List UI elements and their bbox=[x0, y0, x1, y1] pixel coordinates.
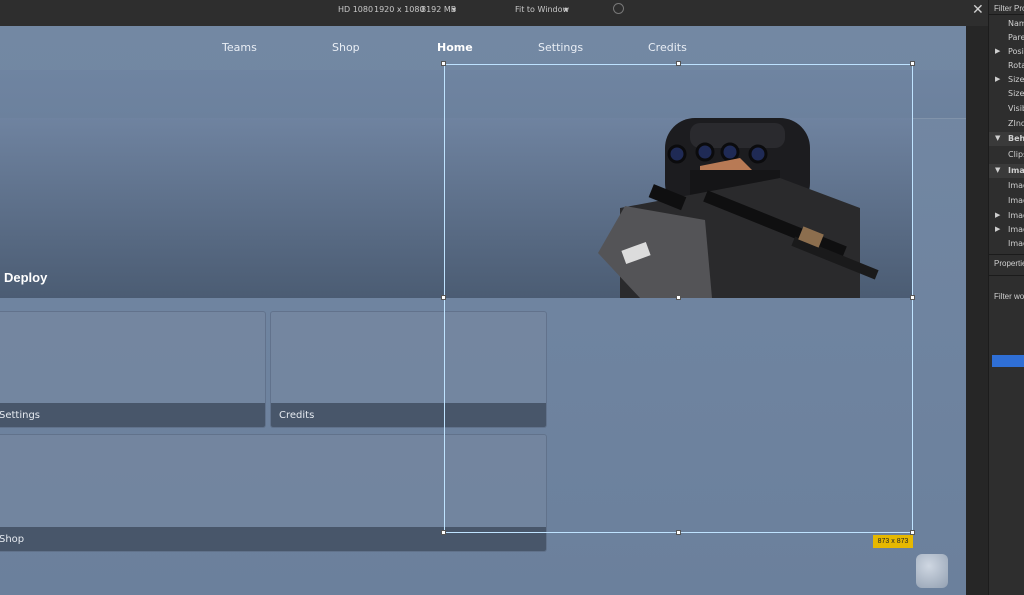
chevron-down-icon[interactable]: ▾ bbox=[452, 5, 456, 14]
selected-workspace-row[interactable] bbox=[992, 355, 1024, 367]
properties-tab[interactable]: Properties bbox=[994, 259, 1024, 268]
property-label: Positi bbox=[1008, 47, 1024, 56]
property-row[interactable]: ▶ Imag bbox=[989, 209, 1024, 223]
view-cube-icon[interactable] bbox=[916, 554, 948, 588]
device-label[interactable]: HD 1080 bbox=[338, 5, 373, 14]
property-row[interactable]: ▼ Beha bbox=[989, 132, 1024, 146]
settings-card-label: Settings bbox=[0, 410, 41, 421]
property-label: Parer bbox=[1008, 33, 1024, 42]
resolution-label: 1920 x 1080 bbox=[374, 5, 425, 14]
property-label: Rotat bbox=[1008, 61, 1024, 70]
chevron-down-icon[interactable]: ▼ bbox=[995, 166, 1000, 174]
viewport-toolbar: HD 1080 1920 x 1080 8192 MB ▾ Fit to Win… bbox=[0, 0, 988, 26]
credits-card-label: Credits bbox=[279, 410, 315, 421]
property-row[interactable]: SizeC bbox=[989, 87, 1024, 101]
property-row[interactable]: Nam bbox=[989, 17, 1024, 31]
property-row[interactable]: Rotat bbox=[989, 59, 1024, 73]
property-label: Visib bbox=[1008, 104, 1024, 113]
filter-properties-input[interactable]: Filter Pro bbox=[994, 4, 1024, 13]
property-label: SizeC bbox=[1008, 89, 1024, 98]
deploy-label: Deploy bbox=[4, 270, 48, 285]
resize-handle[interactable] bbox=[676, 530, 681, 535]
loading-spinner-icon bbox=[613, 3, 624, 14]
property-label: ZInd bbox=[1008, 119, 1024, 128]
property-label: Imag bbox=[1008, 239, 1024, 248]
game-viewport: Teams Shop Home Settings Credits Deploy bbox=[0, 26, 966, 595]
resize-handle[interactable] bbox=[441, 61, 446, 66]
nav-shop[interactable]: Shop bbox=[332, 41, 360, 54]
filter-workspace-input[interactable]: Filter wo bbox=[994, 292, 1024, 301]
nav-settings[interactable]: Settings bbox=[538, 41, 583, 54]
property-label: Imag bbox=[1008, 225, 1024, 234]
property-label: Imag bbox=[1008, 166, 1024, 175]
divider bbox=[989, 254, 1024, 255]
property-label: Imag bbox=[1008, 211, 1024, 220]
property-row[interactable]: Imag bbox=[989, 194, 1024, 208]
divider bbox=[989, 275, 1024, 276]
divider bbox=[989, 14, 1024, 15]
property-label: Imag bbox=[1008, 181, 1024, 190]
size-badge: 873 x 873 bbox=[873, 535, 913, 548]
viewport-scroll-gutter bbox=[966, 26, 988, 595]
property-row[interactable]: ▶ Positi bbox=[989, 45, 1024, 59]
property-label: Size bbox=[1008, 75, 1024, 84]
resize-handle[interactable] bbox=[676, 295, 681, 300]
property-label: Beha bbox=[1008, 134, 1024, 143]
close-icon[interactable]: ✕ bbox=[972, 1, 984, 18]
resize-handle[interactable] bbox=[910, 61, 915, 66]
chevron-down-icon[interactable]: ▾ bbox=[564, 5, 568, 14]
property-row[interactable]: Parer bbox=[989, 31, 1024, 45]
property-row[interactable]: Clips bbox=[989, 148, 1024, 162]
property-row[interactable]: Imag bbox=[989, 237, 1024, 251]
property-row[interactable]: ▶ Imag bbox=[989, 223, 1024, 237]
settings-card[interactable]: Settings bbox=[0, 311, 266, 428]
nav-home[interactable]: Home bbox=[437, 41, 473, 54]
memory-dropdown[interactable]: 8192 MB bbox=[421, 5, 456, 14]
chevron-down-icon[interactable]: ▼ bbox=[995, 134, 1000, 142]
chevron-right-icon[interactable]: ▶ bbox=[995, 211, 1000, 219]
resize-handle[interactable] bbox=[676, 61, 681, 66]
property-row[interactable]: ▼ Imag bbox=[989, 164, 1024, 178]
fit-dropdown[interactable]: Fit to Window bbox=[515, 5, 569, 14]
property-label: Clips bbox=[1008, 150, 1024, 159]
resize-handle[interactable] bbox=[910, 295, 915, 300]
chevron-right-icon[interactable]: ▶ bbox=[995, 225, 1000, 233]
nav-teams[interactable]: Teams bbox=[222, 41, 257, 54]
property-label: Nam bbox=[1008, 19, 1024, 28]
resize-handle[interactable] bbox=[441, 530, 446, 535]
resize-handle[interactable] bbox=[441, 295, 446, 300]
property-row[interactable]: ▶ Size bbox=[989, 73, 1024, 87]
property-row[interactable]: Imag bbox=[989, 179, 1024, 193]
chevron-right-icon[interactable]: ▶ bbox=[995, 75, 1000, 83]
property-row[interactable]: ZInd bbox=[989, 117, 1024, 131]
property-row[interactable]: Visib bbox=[989, 102, 1024, 116]
property-label: Imag bbox=[1008, 196, 1024, 205]
shop-card-label: Shop bbox=[0, 534, 25, 545]
nav-credits[interactable]: Credits bbox=[648, 41, 687, 54]
properties-panel: Filter Pro Nam Parer ▶ Positi Rotat ▶ Size Size… bbox=[988, 0, 1024, 595]
chevron-right-icon[interactable]: ▶ bbox=[995, 47, 1000, 55]
